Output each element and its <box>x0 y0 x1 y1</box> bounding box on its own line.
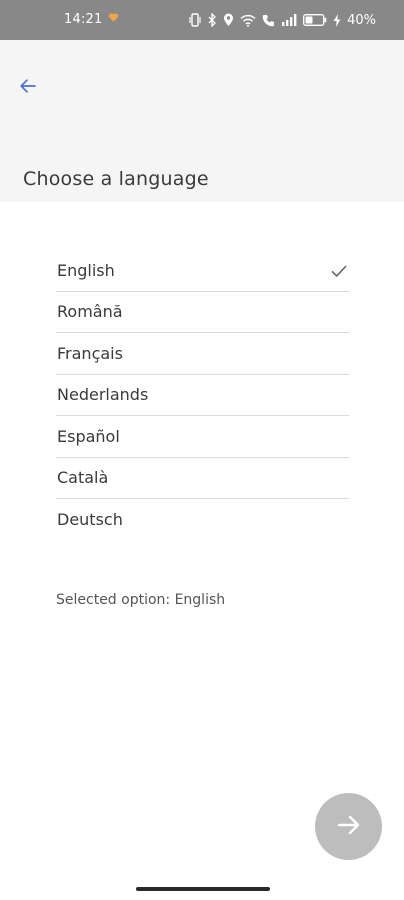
battery-icon <box>303 14 327 26</box>
language-option-nederlands[interactable]: Nederlands <box>56 375 349 416</box>
screen: 14:21 40% Choose a language English Româ… <box>0 0 404 900</box>
arrow-right-icon <box>337 814 361 840</box>
wifi-icon <box>240 14 256 27</box>
language-label: English <box>57 260 115 280</box>
gesture-bar[interactable] <box>136 887 270 891</box>
back-button[interactable] <box>14 74 42 102</box>
battery-percent: 40% <box>347 12 376 28</box>
language-option-espanol[interactable]: Español <box>56 416 349 458</box>
page-title: Choose a language <box>23 168 209 190</box>
language-label: Français <box>57 343 123 363</box>
location-icon <box>223 13 234 27</box>
status-bar: 14:21 40% <box>0 0 404 40</box>
language-label: Română <box>57 302 123 322</box>
bluetooth-icon <box>207 13 217 27</box>
language-option-romana[interactable]: Română <box>56 292 349 333</box>
language-option-deutsch[interactable]: Deutsch <box>56 499 349 541</box>
signal-icon <box>281 14 297 26</box>
vibrate-icon <box>189 13 201 27</box>
header: Choose a language <box>0 40 404 202</box>
check-icon <box>331 263 347 282</box>
language-option-francais[interactable]: Français <box>56 333 349 375</box>
language-option-catala[interactable]: Català <box>56 458 349 499</box>
heart-icon <box>108 12 119 26</box>
language-option-english[interactable]: English <box>56 250 349 292</box>
language-label: Español <box>57 426 120 446</box>
charging-icon <box>333 13 341 27</box>
language-label: Català <box>57 468 109 488</box>
arrow-left-icon <box>19 78 37 98</box>
status-time: 14:21 <box>64 12 103 27</box>
selected-option-text: Selected option: English <box>56 592 226 608</box>
language-label: Deutsch <box>57 510 123 530</box>
language-list: English Română Français Nederlands Españ… <box>56 250 349 541</box>
next-button[interactable] <box>315 793 382 860</box>
language-label: Nederlands <box>57 385 149 405</box>
call-icon <box>262 14 275 27</box>
status-icons: 40% <box>189 10 376 30</box>
